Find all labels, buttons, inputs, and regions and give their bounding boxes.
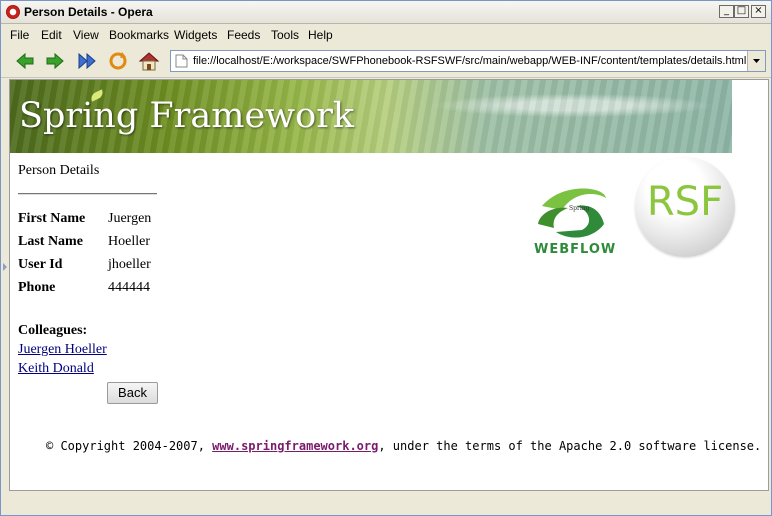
spring-banner: Spring Framework xyxy=(10,80,732,153)
fast-forward-icon[interactable] xyxy=(76,50,98,72)
colleague-link[interactable]: Keith Donald xyxy=(18,361,94,377)
browser-window: Person Details - Opera _ □ × File Edit V… xyxy=(0,0,772,516)
reload-icon[interactable] xyxy=(107,50,129,72)
address-dropdown-button[interactable] xyxy=(747,51,765,71)
webflow-logo: Spring WEBFLOW xyxy=(532,184,632,260)
back-arrow-icon[interactable] xyxy=(14,50,36,72)
opera-icon xyxy=(6,5,20,19)
menu-feeds[interactable]: Feeds xyxy=(227,28,260,42)
minimize-button[interactable]: _ xyxy=(719,5,734,18)
forward-arrow-icon[interactable] xyxy=(44,50,66,72)
last-name-value: Hoeller xyxy=(108,234,150,249)
copyright-footer: © Copyright 2004-2007, www.springframewo… xyxy=(46,439,761,453)
menu-bar: File Edit View Bookmarks Widgets Feeds T… xyxy=(1,24,771,44)
first-name-value: Juergen xyxy=(108,211,152,226)
close-button[interactable]: × xyxy=(751,5,766,18)
rsf-letters: RSF xyxy=(646,179,724,225)
menu-edit[interactable]: Edit xyxy=(41,28,62,42)
home-icon[interactable] xyxy=(138,50,160,72)
phone-label: Phone xyxy=(18,280,56,295)
page-icon xyxy=(175,54,188,68)
menu-bookmarks[interactable]: Bookmarks xyxy=(109,28,169,42)
page-title: Person Details xyxy=(18,163,100,178)
menu-tools[interactable]: Tools xyxy=(271,28,299,42)
menu-help[interactable]: Help xyxy=(308,28,333,42)
springframework-link[interactable]: www.springframework.org xyxy=(212,439,378,453)
maximize-button[interactable]: □ xyxy=(734,5,749,18)
title-bar: Person Details - Opera _ □ × xyxy=(1,1,771,24)
chevron-down-icon xyxy=(753,59,760,63)
divider xyxy=(18,193,157,195)
page-viewport: Spring Framework Person Details First Na… xyxy=(9,79,769,491)
window-title: Person Details - Opera xyxy=(24,5,153,19)
side-panel-toggle-icon[interactable] xyxy=(3,263,7,271)
back-button[interactable]: Back xyxy=(107,382,158,404)
phone-value: 444444 xyxy=(108,280,150,295)
user-id-value: jhoeller xyxy=(108,257,151,272)
menu-widgets[interactable]: Widgets xyxy=(174,28,217,42)
address-bar[interactable]: file://localhost/E:/workspace/SWFPhonebo… xyxy=(170,50,766,72)
banner-title: Spring Framework xyxy=(19,96,355,136)
last-name-label: Last Name xyxy=(18,234,83,249)
copyright-prefix: © Copyright 2004-2007, xyxy=(46,439,213,453)
colleague-link[interactable]: Juergen Hoeller xyxy=(18,342,107,358)
rsf-text: RSF xyxy=(635,179,735,225)
copyright-suffix: , under the terms of the Apache 2.0 soft… xyxy=(378,439,762,453)
menu-view[interactable]: View xyxy=(73,28,99,42)
user-id-label: User Id xyxy=(18,257,63,272)
webflow-text: WEBFLOW xyxy=(534,242,617,257)
menu-file[interactable]: File xyxy=(10,28,29,42)
status-bar xyxy=(1,493,771,515)
address-url: file://localhost/E:/workspace/SWFPhonebo… xyxy=(193,55,747,67)
webflow-small-text: Spring xyxy=(569,205,590,212)
rsf-logo: RSF xyxy=(635,157,735,257)
colleagues-heading: Colleagues: xyxy=(18,323,88,338)
first-name-label: First Name xyxy=(18,211,86,226)
